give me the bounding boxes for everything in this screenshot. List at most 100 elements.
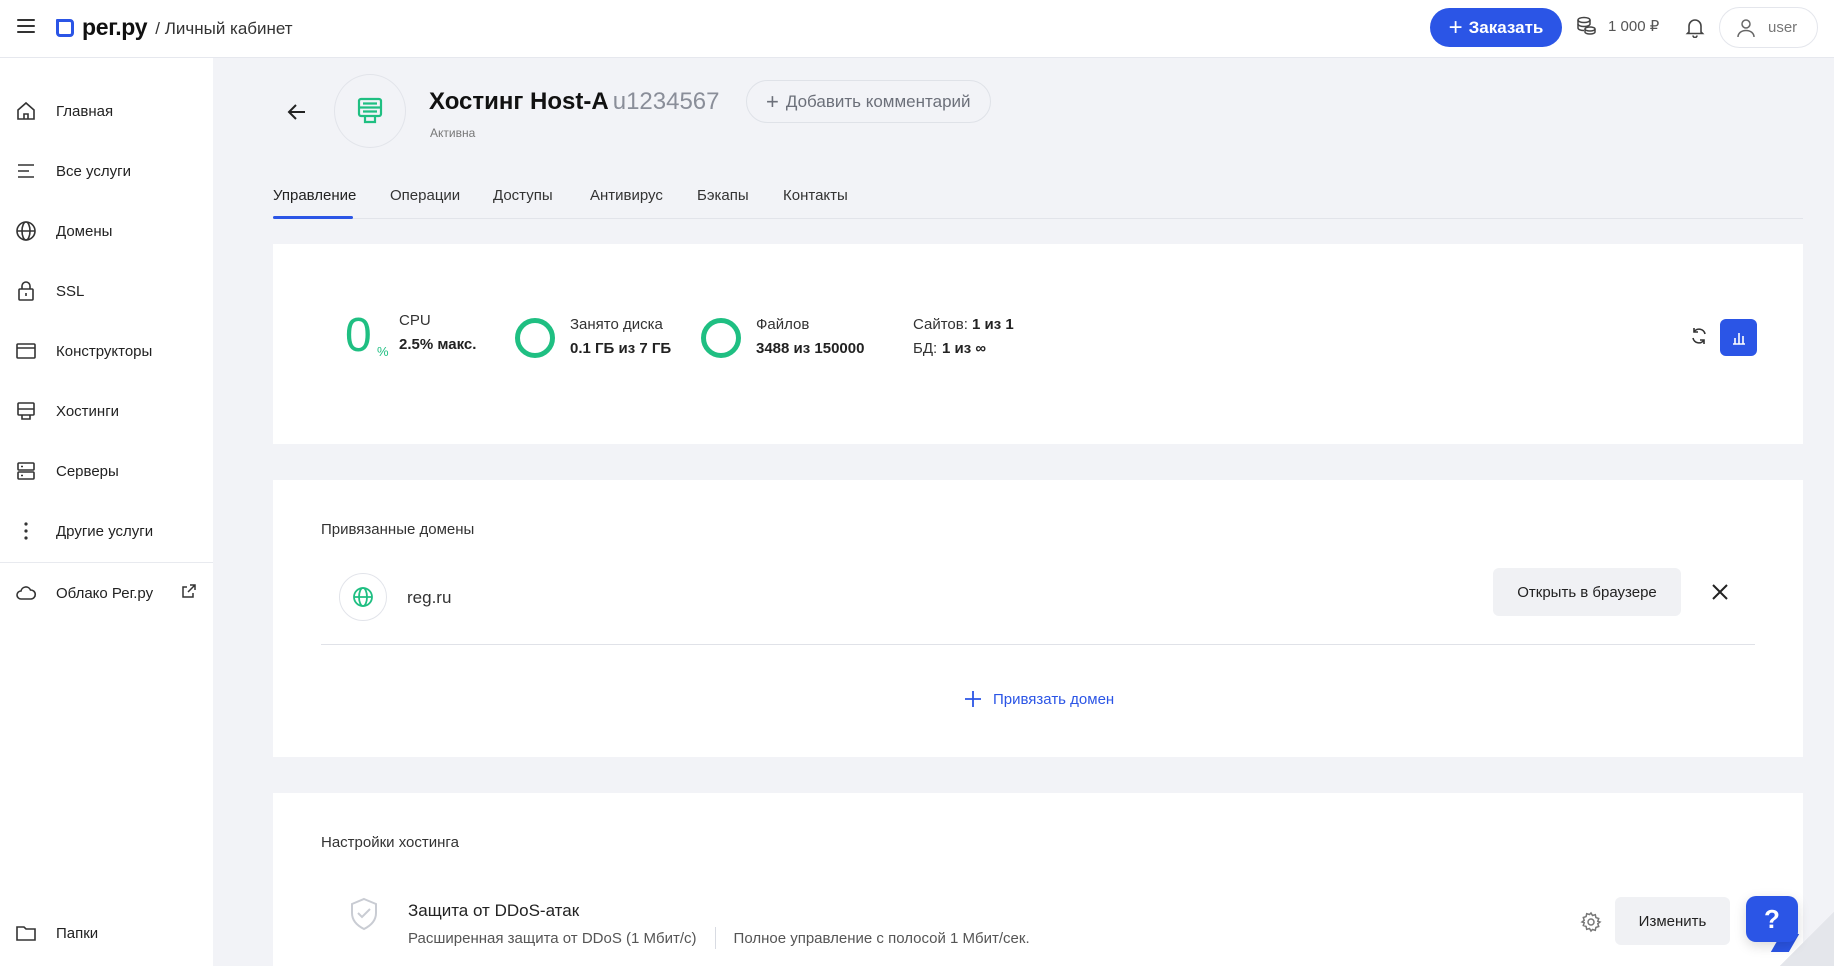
plus-icon: +: [1448, 13, 1463, 41]
logo-subtitle: / Личный кабинет: [155, 19, 293, 38]
order-button-label: Заказать: [1468, 17, 1544, 37]
service-icon: [334, 74, 406, 148]
service-name: Хостинг Host-A: [429, 88, 609, 115]
sidebar-item-label: Конструкторы: [56, 342, 153, 360]
disk-value: 0.1 ГБ из 7 ГБ: [570, 340, 672, 357]
service-status: Активна: [430, 126, 476, 140]
help-button[interactable]: ?: [1746, 896, 1798, 942]
settings-title: Настройки хостинга: [321, 834, 459, 851]
ddos-title: Защита от DDoS-атак: [408, 901, 580, 920]
active-tab-indicator: [273, 216, 353, 219]
sidebar-item-constructors[interactable]: Конструкторы: [0, 326, 213, 376]
sidebar-item-folders[interactable]: Папки: [0, 908, 213, 958]
domain-icon: [339, 573, 387, 621]
change-button[interactable]: Изменить: [1615, 897, 1730, 945]
sites-value: 1 из 1: [972, 316, 1014, 333]
hosting-icon: [357, 97, 383, 124]
bar-chart-icon: [1732, 332, 1745, 345]
plus-icon: +: [766, 88, 779, 114]
cpu-label: CPU: [399, 312, 431, 329]
sites-label: Сайтов:: [913, 316, 968, 333]
sidebar: Главная Все услуги Домены SSL Конструкто…: [0, 57, 213, 966]
divider: [714, 927, 716, 949]
gear-icon[interactable]: [1580, 911, 1602, 933]
logo[interactable]: рег.ру / Личный кабинет: [56, 14, 293, 41]
logo-mark: [56, 18, 74, 37]
coins-icon: [1577, 16, 1596, 35]
sidebar-item-servers[interactable]: Серверы: [0, 446, 213, 496]
tab-access[interactable]: Доступы: [493, 187, 553, 204]
db-value: 1 из ∞: [942, 340, 987, 357]
sidebar-item-label: Домены: [56, 222, 113, 240]
sidebar-item-label: Главная: [56, 102, 114, 120]
ddos-description: Расширенная защита от DDoS (1 Мбит/с) По…: [408, 927, 1030, 949]
sidebar-item-all-services[interactable]: Все услуги: [0, 146, 213, 196]
sidebar-item-hosting[interactable]: Хостинги: [0, 386, 213, 436]
tab-operations[interactable]: Операции: [390, 187, 460, 204]
balance[interactable]: 1 000 ₽: [1576, 16, 1659, 36]
disk-label: Занято диска: [570, 316, 663, 333]
hosting-icon: [17, 402, 35, 420]
sidebar-item-home[interactable]: Главная: [0, 86, 213, 136]
more-vertical-icon: [24, 522, 28, 540]
order-button[interactable]: + Заказать: [1430, 8, 1562, 47]
sidebar-item-other-services[interactable]: Другие услуги: [0, 506, 213, 556]
domains-card: Привязанные домены reg.ru Открыть в брау…: [273, 480, 1803, 757]
tabs: Управление Операции Доступы Антивирус Бэ…: [273, 176, 1803, 219]
tab-contacts[interactable]: Контакты: [783, 187, 848, 204]
sidebar-item-label: Все услуги: [56, 162, 131, 180]
sidebar-item-label: Облако Рег.ру: [56, 584, 154, 602]
cpu-max: 2.5% макс.: [399, 336, 477, 353]
shield-icon: [351, 897, 377, 931]
back-arrow-icon[interactable]: [285, 100, 309, 124]
user-icon: [1737, 18, 1755, 37]
domain-row: reg.ru Открыть в браузере: [321, 568, 1755, 645]
sidebar-divider: [0, 562, 213, 563]
stats-card: 0 % CPU 2.5% макс. Занято диска 0.1 ГБ и…: [273, 244, 1803, 444]
top-header: рег.ру / Личный кабинет + Заказать 1 000…: [0, 0, 1834, 57]
lock-icon: [18, 281, 34, 301]
bell-icon[interactable]: [1684, 16, 1706, 38]
domain-name[interactable]: reg.ru: [407, 588, 451, 608]
ddos-plan: Расширенная защита от DDoS (1 Мбит/с): [408, 929, 697, 947]
browser-window-icon: [16, 343, 36, 359]
ddos-detail: Полное управление с полосой 1 Мбит/сек.: [733, 929, 1030, 947]
files-label: Файлов: [756, 316, 810, 333]
list-icon: [18, 164, 34, 178]
files-value: 3488 из 150000: [756, 340, 865, 357]
page-title: Хостинг Host-A u1234567: [429, 88, 720, 116]
sidebar-item-label: Хостинги: [56, 402, 120, 420]
sidebar-item-label: Другие услуги: [56, 522, 154, 540]
add-comment-label: Добавить комментарий: [785, 91, 971, 111]
hosting-settings-card: Настройки хостинга Защита от DDoS-атак Р…: [273, 793, 1803, 966]
tab-management[interactable]: Управление: [273, 187, 356, 204]
sidebar-item-domains[interactable]: Домены: [0, 206, 213, 256]
tab-backups[interactable]: Бэкапы: [697, 187, 749, 204]
files-ring: [701, 318, 741, 358]
close-icon[interactable]: [1709, 581, 1731, 603]
folder-icon: [16, 926, 36, 941]
sidebar-item-label: SSL: [56, 282, 85, 300]
add-comment-button[interactable]: + Добавить комментарий: [746, 80, 991, 123]
account-id: u1234567: [612, 88, 720, 115]
bind-domain-link[interactable]: Привязать домен: [963, 689, 1114, 709]
user-menu[interactable]: user: [1719, 7, 1818, 48]
disk-ring: [515, 318, 555, 358]
db-label: БД:: [913, 340, 938, 357]
bind-domain-label: Привязать домен: [993, 690, 1115, 708]
plus-icon: [965, 691, 981, 707]
tab-antivirus[interactable]: Антивирус: [590, 187, 663, 204]
stats-chart-button[interactable]: [1720, 319, 1757, 356]
server-icon: [17, 462, 35, 480]
refresh-icon[interactable]: [1689, 326, 1709, 346]
home-icon: [17, 101, 35, 120]
open-in-browser-button[interactable]: Открыть в браузере: [1493, 568, 1681, 616]
globe-icon: [353, 587, 373, 607]
sidebar-item-cloud[interactable]: Облако Рег.ру: [0, 568, 213, 618]
sidebar-item-ssl[interactable]: SSL: [0, 266, 213, 316]
cpu-unit: %: [377, 344, 389, 359]
menu-icon[interactable]: [17, 19, 35, 33]
external-link-icon: [182, 584, 196, 598]
logo-text: рег.ру: [82, 14, 148, 40]
sidebar-item-label: Серверы: [56, 462, 119, 480]
